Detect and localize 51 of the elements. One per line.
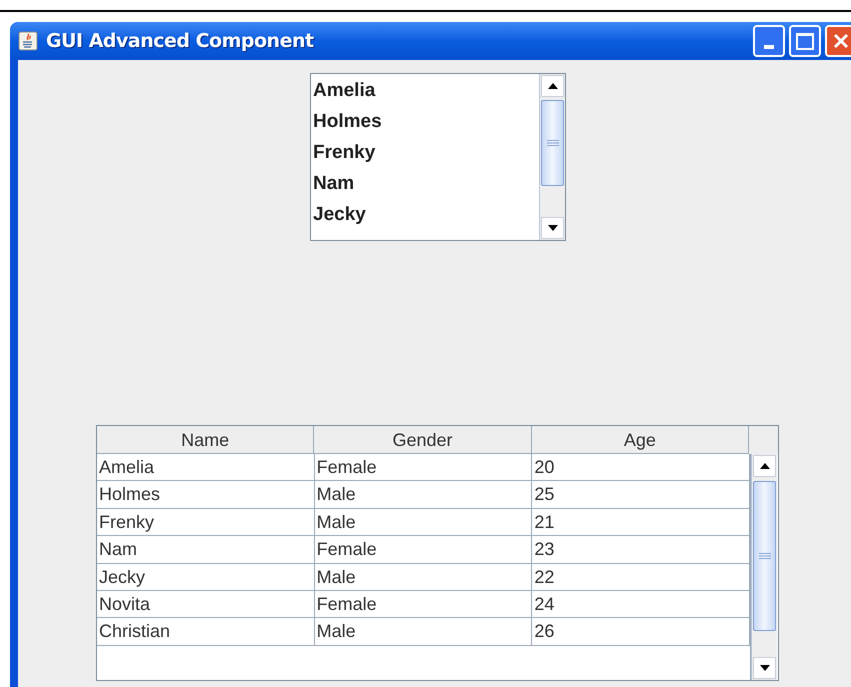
minimize-icon [764, 45, 774, 49]
list-item[interactable]: Nam [313, 170, 539, 201]
table-cell: Female [314, 536, 532, 563]
table-cell: Novita [97, 590, 315, 618]
scrollbar[interactable] [751, 454, 777, 680]
column-header[interactable]: Age [532, 426, 750, 454]
scroll-up-button[interactable] [541, 75, 564, 97]
maximize-icon [796, 32, 814, 50]
table-cell: 20 [532, 454, 750, 480]
table-cell: Female [314, 590, 532, 618]
grip-icon [546, 140, 558, 146]
up-arrow-icon [760, 463, 770, 469]
column-header[interactable]: Name [97, 426, 314, 454]
scroll-up-button[interactable] [753, 455, 776, 477]
table-cell: Amelia [97, 454, 315, 480]
list-item[interactable]: Frenky [313, 139, 539, 170]
grip-icon [758, 553, 770, 559]
table-cell: Nam [97, 536, 315, 563]
app-icon [18, 31, 38, 51]
list-item[interactable]: Amelia [313, 77, 539, 108]
table-cell: 24 [532, 590, 750, 618]
table-cell: 26 [532, 618, 750, 645]
table-cell: Jecky [97, 564, 315, 590]
scroll-thumb[interactable] [753, 481, 776, 631]
table-cell: Male [314, 618, 532, 645]
up-arrow-icon [548, 83, 558, 89]
list-item[interactable]: Holmes [313, 108, 539, 139]
close-button[interactable] [825, 25, 851, 57]
table-cell: 25 [532, 481, 750, 508]
scroll-down-button[interactable] [753, 657, 776, 679]
table-cell: 22 [532, 564, 750, 590]
scroll-thumb[interactable] [541, 100, 564, 186]
close-icon [833, 33, 849, 49]
column-header[interactable]: Gender [314, 426, 532, 454]
table-cell: 23 [532, 536, 750, 563]
minimize-button[interactable] [753, 25, 785, 57]
down-arrow-icon [548, 225, 558, 231]
table-cell: Female [314, 454, 532, 480]
table-cell: Male [314, 564, 532, 590]
scroll-down-button[interactable] [541, 217, 564, 239]
list-item[interactable]: Jecky [313, 201, 539, 232]
maximize-button[interactable] [789, 25, 821, 57]
table-cell: Frenky [97, 508, 315, 536]
scrollbar[interactable] [539, 74, 565, 240]
table-cell: 21 [532, 508, 750, 536]
table-cell: Male [314, 481, 532, 508]
table-cell: Holmes [97, 481, 315, 508]
down-arrow-icon [760, 665, 770, 671]
table-cell: Christian [97, 618, 315, 645]
window-title: GUI Advanced Component [46, 28, 314, 54]
table-cell: Male [314, 508, 532, 536]
